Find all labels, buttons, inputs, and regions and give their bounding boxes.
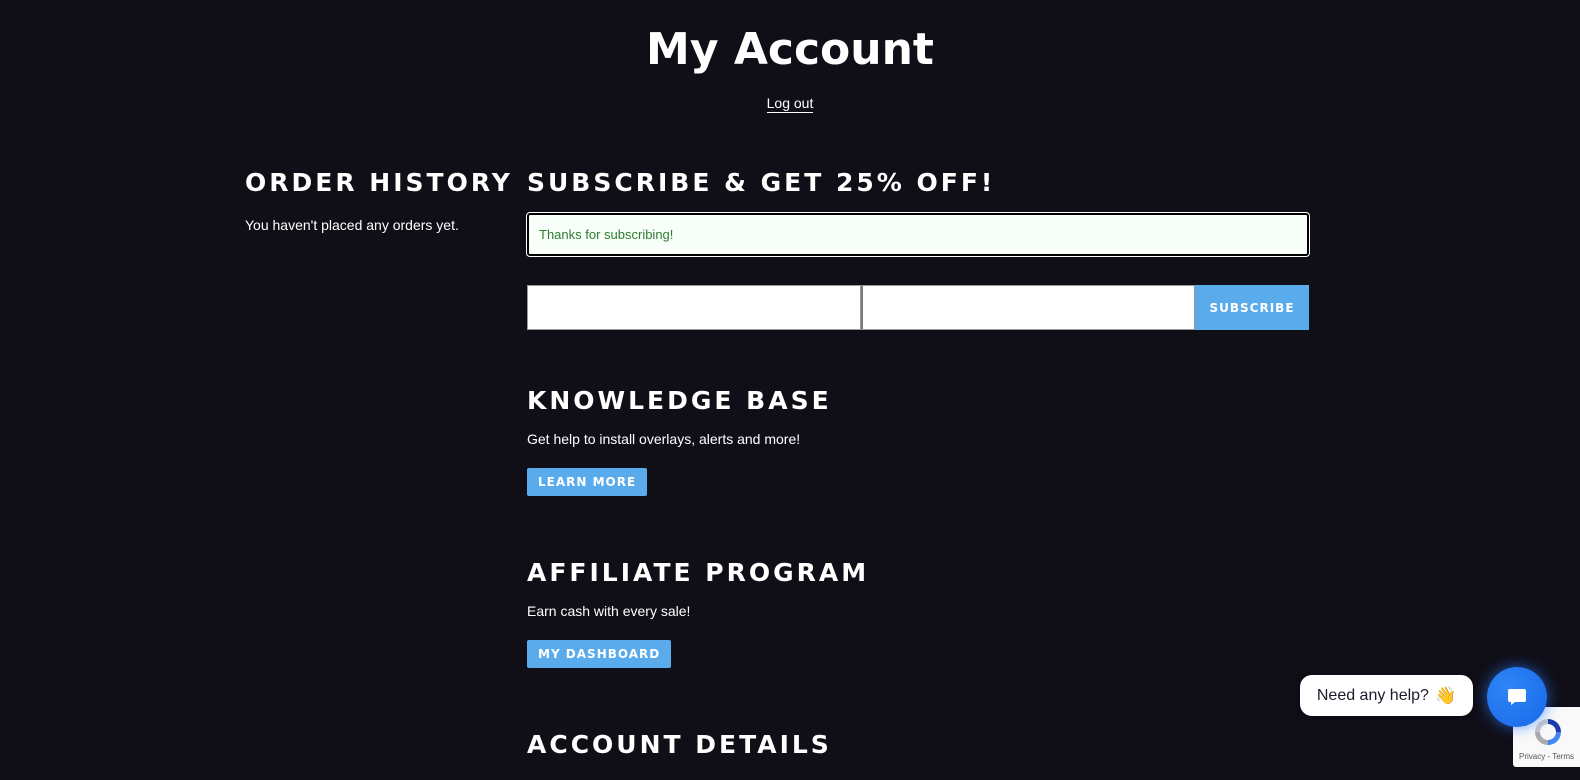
recaptcha-terms-link[interactable]: Terms: [1552, 752, 1574, 761]
learn-more-button[interactable]: Learn More: [527, 468, 648, 496]
logout-link[interactable]: Log out: [766, 95, 814, 113]
order-history-heading: Order History: [245, 168, 513, 197]
chat-help-text: Need any help?: [1316, 686, 1429, 704]
waving-hand-icon: 👋: [1434, 685, 1457, 705]
affiliate-heading: Affiliate Program: [527, 558, 870, 587]
knowledge-base-description: Get help to install overlays, alerts and…: [527, 431, 801, 447]
affiliate-description: Earn cash with every sale!: [527, 603, 691, 619]
knowledge-base-heading: Knowledge Base: [527, 386, 832, 415]
subscribe-section: Subscribe & Get 25% Off! Thanks for subs…: [526, 168, 1310, 330]
account-details-heading: Account Details: [527, 730, 832, 759]
chat-bubble-icon: [1508, 689, 1526, 705]
order-history-section: Order History You haven't placed any ord…: [245, 168, 513, 233]
recaptcha-links: Privacy - Terms: [1513, 752, 1580, 761]
order-history-empty-text: You haven't placed any orders yet.: [245, 217, 459, 233]
subscribe-first-input[interactable]: [527, 285, 861, 330]
recaptcha-privacy-link[interactable]: Privacy: [1519, 752, 1545, 761]
chat-launcher-button[interactable]: [1487, 667, 1547, 727]
my-dashboard-button[interactable]: My Dashboard: [527, 640, 672, 668]
subscribe-form: Subscribe: [527, 285, 1309, 330]
subscribe-button[interactable]: Subscribe: [1195, 285, 1309, 330]
subscribe-success-message: Thanks for subscribing!: [526, 212, 1310, 257]
page-title: My Account: [646, 24, 934, 75]
subscribe-second-input[interactable]: [861, 285, 1195, 330]
logout-container: Log out: [0, 95, 1580, 113]
account-details-section: Account Details: [527, 730, 1309, 759]
chat-help-bubble[interactable]: Need any help? 👋: [1300, 675, 1473, 716]
account-page: My Account Log out Order History You hav…: [0, 0, 1580, 780]
subscribe-heading: Subscribe & Get 25% Off!: [527, 168, 996, 197]
knowledge-base-section: Knowledge Base Get help to install overl…: [527, 386, 1309, 496]
affiliate-section: Affiliate Program Earn cash with every s…: [527, 558, 1309, 668]
main-column: Subscribe & Get 25% Off! Thanks for subs…: [526, 168, 1310, 759]
